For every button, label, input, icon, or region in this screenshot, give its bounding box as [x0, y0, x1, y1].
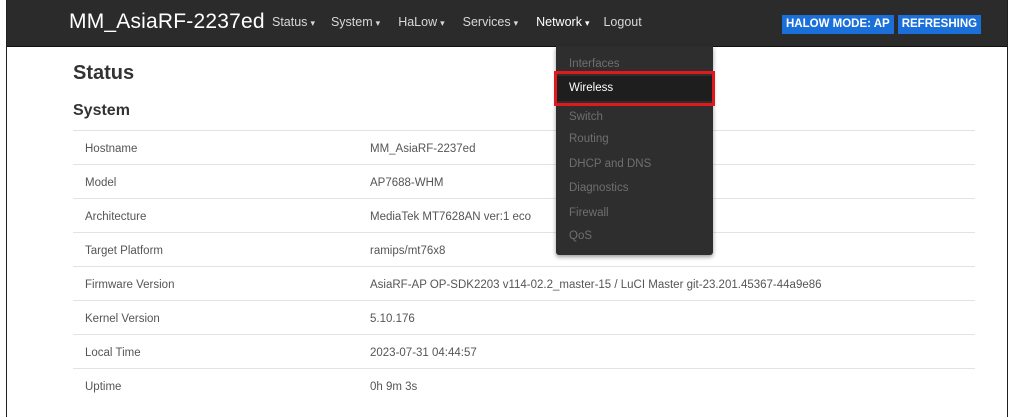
menu-services[interactable]: Services ▾ — [463, 15, 518, 29]
table-row: Target Platform ramips/mt76x8 — [73, 232, 975, 266]
menu-logout[interactable]: Logout — [603, 15, 641, 29]
table-row: Kernel Version 5.10.176 — [73, 300, 975, 334]
network-dropdown-menu: Interfaces Wireless Switch Routing DHCP … — [556, 46, 713, 255]
row-label: Target Platform — [85, 245, 163, 257]
dropdown-item-qos[interactable]: QoS — [569, 230, 592, 242]
menu-services-label: Services — [462, 15, 511, 29]
refreshing-badge[interactable]: REFRESHING — [897, 15, 982, 34]
table-row: Firmware Version AsiaRF-AP OP-SDK2203 v1… — [73, 266, 975, 300]
row-value: 5.10.176 — [370, 313, 415, 325]
row-label: Uptime — [85, 381, 122, 393]
chevron-down-icon: ▾ — [584, 18, 590, 28]
table-row: Hostname MM_AsiaRF-2237ed — [73, 130, 975, 164]
status-badges: HALOW MODE: AP REFRESHING — [782, 15, 982, 34]
row-label: Firmware Version — [85, 279, 175, 291]
row-label: Local Time — [85, 347, 141, 359]
chevron-down-icon: ▾ — [375, 18, 381, 28]
row-value: AsiaRF-AP OP-SDK2203 v114-02.2_master-15… — [370, 279, 822, 291]
main-menu: Status ▾ System ▾ HaLow ▾ Services ▾ Network… — [272, 15, 656, 29]
row-label: Hostname — [85, 143, 138, 155]
row-value: 0h 9m 3s — [370, 381, 418, 393]
page-title: Status — [73, 62, 135, 84]
row-label: Architecture — [85, 211, 147, 223]
top-navbar: MM_AsiaRF-2237ed Status ▾ System ▾ HaLow ▾ … — [7, 0, 1007, 47]
table-row: Model AP7688-WHM — [73, 164, 975, 198]
chevron-down-icon: ▾ — [513, 18, 519, 28]
section-title-system: System — [73, 102, 130, 119]
menu-network-label: Network — [536, 15, 582, 29]
browser-frame: MM_AsiaRF-2237ed Status ▾ System ▾ HaLow ▾ … — [6, 0, 1008, 417]
row-value: ramips/mt76x8 — [370, 245, 446, 257]
row-value: MediaTek MT7628AN ver:1 eco — [370, 211, 532, 223]
dropdown-item-interfaces[interactable]: Interfaces — [569, 58, 620, 70]
table-row: Uptime 0h 9m 3s — [73, 368, 975, 402]
menu-status-label: Status — [272, 15, 308, 29]
menu-logout-label: Logout — [603, 15, 642, 29]
row-label: Kernel Version — [85, 313, 160, 325]
dropdown-item-wireless-label: Wireless — [569, 82, 614, 94]
dropdown-item-wireless[interactable]: Wireless — [556, 76, 713, 101]
menu-halow-label: HaLow — [398, 15, 438, 29]
menu-network[interactable]: Network ▾ — [536, 15, 589, 29]
dropdown-item-switch[interactable]: Switch — [569, 111, 603, 123]
row-label: Model — [85, 177, 117, 189]
dropdown-item-dhcp-dns[interactable]: DHCP and DNS — [569, 158, 651, 170]
system-info-table: Hostname MM_AsiaRF-2237ed Model AP7688-W… — [73, 130, 975, 402]
row-value: MM_AsiaRF-2237ed — [370, 143, 476, 155]
row-value: 2023-07-31 04:44:57 — [370, 347, 477, 359]
menu-system[interactable]: System ▾ — [331, 15, 380, 29]
menu-halow[interactable]: HaLow ▾ — [398, 15, 444, 29]
row-value: AP7688-WHM — [370, 177, 444, 189]
table-row: Architecture MediaTek MT7628AN ver:1 eco — [73, 198, 975, 232]
chevron-down-icon: ▾ — [310, 18, 315, 28]
chevron-down-icon: ▾ — [440, 18, 445, 28]
menu-system-label: System — [330, 15, 373, 29]
dropdown-item-diagnostics[interactable]: Diagnostics — [569, 182, 628, 194]
dropdown-item-routing[interactable]: Routing — [569, 133, 609, 145]
menu-status[interactable]: Status ▾ — [272, 15, 315, 29]
brand-hostname[interactable]: MM_AsiaRF-2237ed — [69, 10, 265, 34]
halow-mode-badge: HALOW MODE: AP — [782, 15, 894, 34]
table-row: Local Time 2023-07-31 04:44:57 — [73, 334, 975, 368]
dropdown-item-firewall[interactable]: Firewall — [569, 207, 609, 219]
